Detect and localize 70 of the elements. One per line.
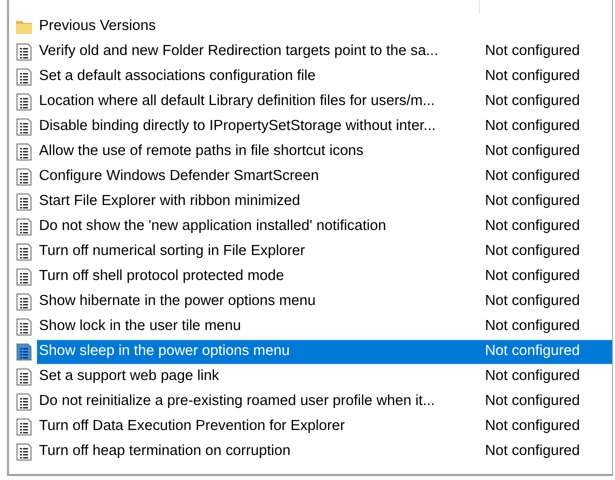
setting-name: Configure Windows Defender SmartScreen bbox=[39, 166, 320, 186]
setting-state: Not configured bbox=[485, 392, 580, 411]
policy-setting-icon bbox=[15, 168, 33, 186]
setting-state: Not configured bbox=[485, 192, 580, 211]
policy-setting-icon bbox=[15, 292, 33, 310]
setting-state: Not configured bbox=[485, 416, 580, 436]
setting-name: Verify old and new Folder Redirection targets point to the sa... bbox=[39, 42, 440, 61]
setting-name: Show hibernate in the power options menu bbox=[39, 292, 317, 311]
policy-setting-icon bbox=[15, 318, 33, 336]
setting-name: Previous Versions bbox=[39, 16, 157, 36]
setting-state: Not configured bbox=[485, 442, 580, 461]
setting-name: Start File Explorer with ribbon minimized bbox=[39, 192, 302, 211]
list-row[interactable]: Show lock in the user tile menu Not configured bbox=[37, 314, 612, 338]
list-row[interactable]: Previous Versions bbox=[37, 14, 612, 38]
policy-setting-icon bbox=[15, 442, 33, 460]
setting-state: Not configured bbox=[485, 216, 580, 236]
setting-state: Not configured bbox=[485, 92, 580, 111]
list-row[interactable]: Show hibernate in the power options menu Not configured bbox=[37, 290, 612, 314]
setting-name: Location where all default Library definition files for users/m... bbox=[39, 92, 436, 111]
setting-name: Show lock in the user tile menu bbox=[39, 316, 242, 336]
setting-state: Not configured bbox=[485, 342, 580, 361]
policy-setting-icon bbox=[15, 92, 33, 110]
policy-setting-icon bbox=[15, 242, 33, 260]
policy-setting-icon bbox=[15, 68, 33, 86]
setting-name: Turn off heap termination on corruption bbox=[39, 442, 292, 461]
setting-name: Allow the use of remote paths in file shortcut icons bbox=[39, 142, 364, 161]
list-row[interactable]: Set a default associations configuration file Not configured bbox=[37, 64, 612, 88]
list-row[interactable]: Location where all default Library definition files for users/m... Not configured bbox=[37, 90, 612, 114]
policy-setting-icon bbox=[15, 268, 33, 286]
setting-state: Not configured bbox=[485, 116, 580, 136]
policy-setting-icon bbox=[15, 218, 33, 236]
setting-state: Not configured bbox=[485, 266, 580, 286]
list-row[interactable]: Configure Windows Defender SmartScreen Not configured bbox=[37, 164, 612, 188]
policy-setting-icon bbox=[15, 142, 33, 160]
setting-name: Turn off numerical sorting in File Explorer bbox=[39, 242, 306, 261]
setting-name: Set a support web page link bbox=[39, 366, 220, 386]
policy-setting-icon bbox=[15, 192, 33, 210]
list-row[interactable]: Set a support web page link Not configured bbox=[37, 364, 612, 388]
setting-name: Set a default associations configuration file bbox=[39, 66, 317, 86]
setting-state: Not configured bbox=[485, 366, 580, 386]
setting-state: Not configured bbox=[485, 242, 580, 261]
setting-name: Show sleep in the power options menu bbox=[39, 342, 291, 361]
list-row[interactable]: Allow the use of remote paths in file shortcut icons Not configured bbox=[37, 140, 612, 164]
policy-setting-icon bbox=[15, 368, 33, 386]
setting-name: Do not reinitialize a pre-existing roamed user profile when it... bbox=[39, 392, 436, 411]
policy-setting-icon bbox=[15, 418, 33, 436]
setting-state: Not configured bbox=[485, 316, 580, 336]
policy-setting-icon bbox=[15, 42, 33, 60]
setting-name: Disable binding directly to IPropertySetStorage without inter... bbox=[39, 116, 437, 136]
policy-setting-icon bbox=[15, 118, 33, 136]
setting-state: Not configured bbox=[485, 142, 580, 161]
setting-state: Not configured bbox=[485, 66, 580, 86]
list-row[interactable]: Turn off shell protocol protected mode Not configured bbox=[37, 264, 612, 288]
list-row[interactable]: Do not show the 'new application installed' notification Not configured bbox=[37, 214, 612, 238]
list-row[interactable]: Start File Explorer with ribbon minimized Not configured bbox=[37, 190, 612, 214]
policy-setting-icon bbox=[15, 392, 33, 410]
list-row[interactable]: Turn off Data Execution Prevention for Explorer Not configured bbox=[37, 414, 612, 438]
list-row[interactable]: Turn off heap termination on corruption Not configured bbox=[37, 440, 612, 464]
setting-state: Not configured bbox=[485, 42, 580, 61]
policy-setting-icon bbox=[15, 342, 33, 360]
setting-name: Turn off shell protocol protected mode bbox=[39, 266, 285, 286]
list-row[interactable]: Do not reinitialize a pre-existing roamed user profile when it... Not configured bbox=[37, 390, 612, 414]
list-row[interactable]: Disable binding directly to IPropertySetStorage without inter... Not configured bbox=[37, 114, 612, 138]
list-row[interactable]: Show sleep in the power options menu Not configured bbox=[37, 340, 612, 364]
setting-name: Turn off Data Execution Prevention for Explorer bbox=[39, 416, 346, 436]
setting-name: Do not show the 'new application installed' notification bbox=[39, 216, 388, 236]
setting-state: Not configured bbox=[485, 166, 580, 186]
list-row[interactable]: Turn off numerical sorting in File Explorer Not configured bbox=[37, 240, 612, 264]
setting-state: Not configured bbox=[485, 292, 580, 311]
list-row[interactable]: Verify old and new Folder Redirection targets point to the sa... Not configured bbox=[37, 40, 612, 64]
